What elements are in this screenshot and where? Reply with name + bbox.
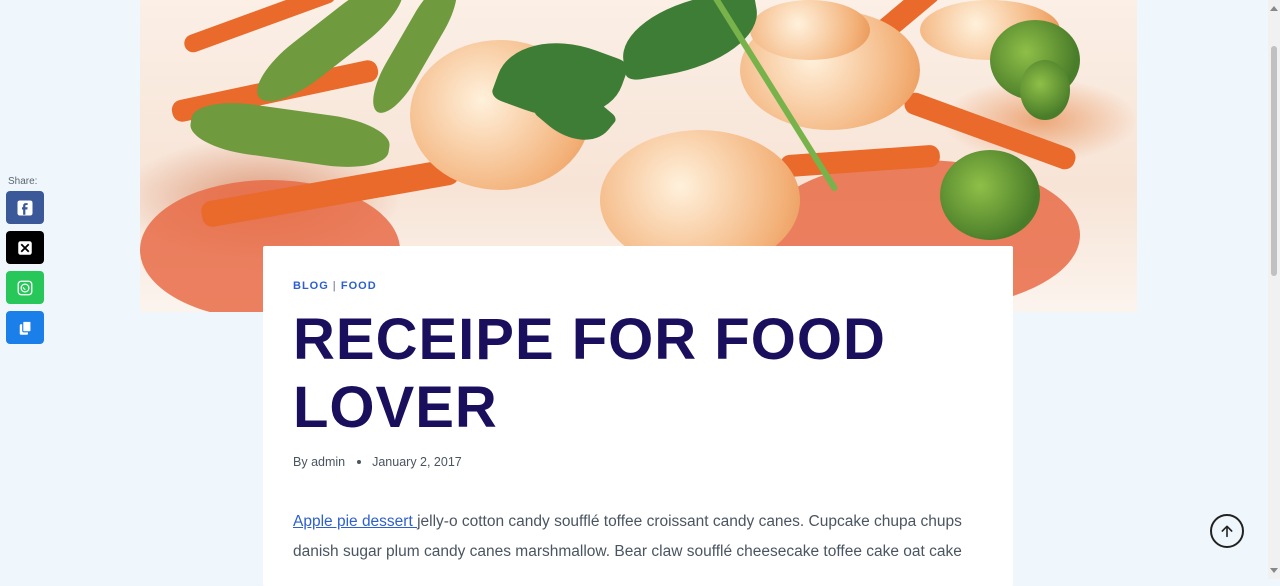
article-card: BLOG | FOOD RECEIPE FOR FOOD LOVER By admi… (263, 246, 1013, 586)
arrow-up-icon (1221, 525, 1233, 538)
x-icon (18, 240, 32, 255)
scroll-up-arrow-icon[interactable] (1270, 6, 1278, 11)
post-meta: By admin January 2, 2017 (293, 455, 462, 469)
article-body: Apple pie dessert jelly-o cotton candy s… (293, 507, 983, 567)
copy-icon (19, 320, 32, 335)
category-separator: | (332, 280, 337, 292)
share-rail: Share: (6, 176, 46, 351)
scroll-down-arrow-icon[interactable] (1270, 568, 1278, 573)
author-link[interactable]: admin (311, 455, 345, 469)
category-link-blog[interactable]: BLOG (293, 280, 329, 292)
meta-separator-dot (356, 459, 361, 464)
scroll-to-top-button[interactable] (1210, 514, 1244, 548)
author-prefix: By (293, 455, 308, 469)
page-scrollbar[interactable] (1268, 0, 1280, 579)
whatsapp-icon (17, 280, 33, 295)
category-link-food[interactable]: FOOD (341, 280, 377, 292)
share-whatsapp-button[interactable] (6, 271, 44, 304)
share-copy-button[interactable] (6, 311, 44, 344)
category-list: BLOG | FOOD (293, 280, 377, 292)
facebook-icon (17, 200, 33, 215)
page-title: RECEIPE FOR FOOD LOVER (293, 307, 886, 440)
share-label: Share: (8, 176, 38, 187)
post-date: January 2, 2017 (372, 455, 462, 469)
body-link-apple-pie[interactable]: Apple pie dessert (293, 513, 417, 530)
share-x-button[interactable] (6, 231, 44, 264)
share-facebook-button[interactable] (6, 191, 44, 224)
scrollbar-thumb[interactable] (1271, 46, 1277, 276)
